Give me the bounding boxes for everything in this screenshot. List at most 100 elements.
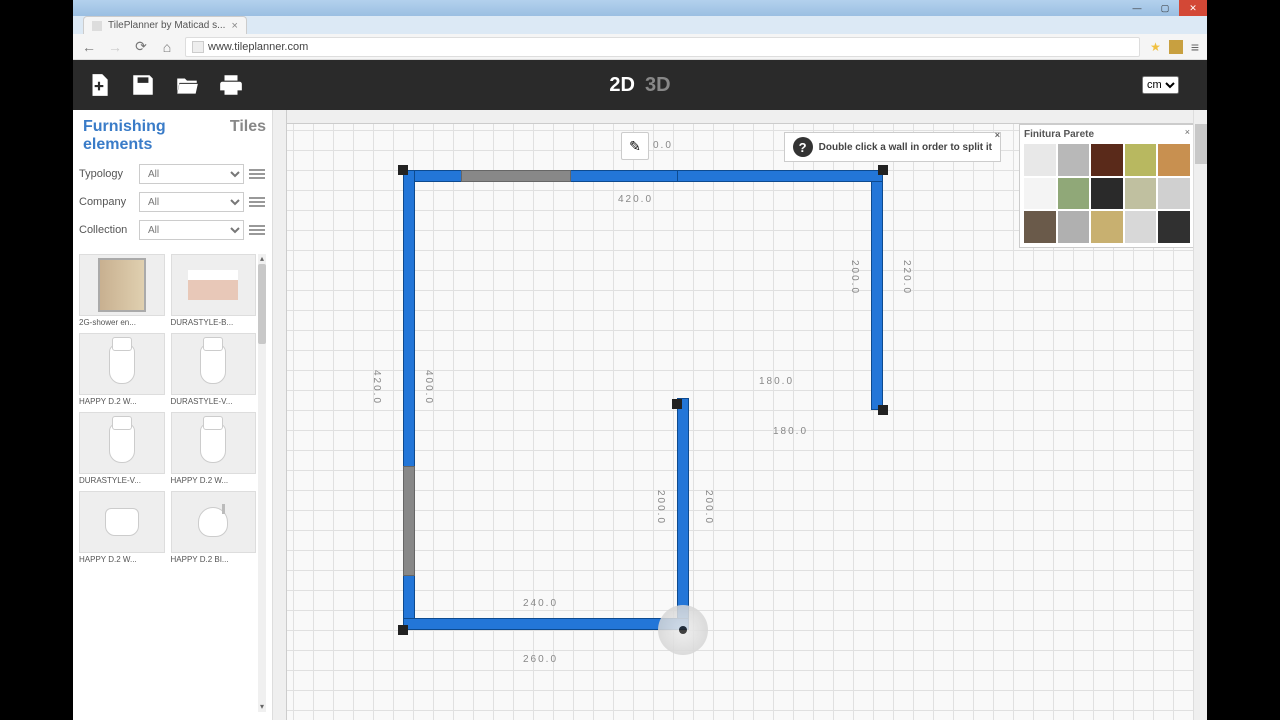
- dimension-label: 400.0: [423, 370, 434, 405]
- color-swatch[interactable]: [1091, 178, 1123, 210]
- print-button[interactable]: [215, 69, 247, 101]
- tab-furnishing[interactable]: Furnishing elements: [83, 118, 218, 154]
- url-field[interactable]: www.tileplanner.com: [185, 37, 1140, 57]
- dimension-label: 200.0: [849, 260, 860, 295]
- save-button[interactable]: [127, 69, 159, 101]
- extension-icon[interactable]: [1169, 40, 1183, 54]
- filter-company-label: Company: [79, 196, 135, 208]
- filter-typology-label: Typology: [79, 168, 135, 180]
- wall-top-segment[interactable]: [461, 170, 571, 182]
- corner-node[interactable]: [398, 165, 408, 175]
- home-button[interactable]: ⌂: [159, 39, 175, 55]
- list-icon[interactable]: [248, 166, 266, 182]
- corner-node[interactable]: [398, 625, 408, 635]
- browser-tabstrip: TilePlanner by Maticad s... ×: [73, 16, 1207, 34]
- corner-node[interactable]: [878, 405, 888, 415]
- dimension-label: 200.0: [655, 490, 666, 525]
- window-minimize-button[interactable]: —: [1123, 0, 1151, 16]
- catalog-item-label: DURASTYLE-B...: [171, 318, 257, 327]
- color-swatch[interactable]: [1024, 178, 1056, 210]
- scroll-thumb[interactable]: [1195, 124, 1207, 164]
- browser-address-bar: ← → ⟳ ⌂ www.tileplanner.com ★ ≡: [73, 34, 1207, 60]
- hint-close-icon[interactable]: ×: [995, 130, 1000, 140]
- wall-finish-palette: Finitura Parete ×: [1019, 124, 1195, 248]
- catalog-item[interactable]: HAPPY D.2 BI...: [171, 491, 257, 564]
- color-swatch[interactable]: [1058, 144, 1090, 176]
- color-swatch[interactable]: [1125, 178, 1157, 210]
- scroll-down-icon[interactable]: ▾: [258, 702, 266, 712]
- dimension-label: 260.0: [523, 654, 558, 665]
- favicon-icon: [92, 21, 102, 31]
- list-icon[interactable]: [248, 194, 266, 210]
- open-button[interactable]: [171, 69, 203, 101]
- sidebar: Furnishing elements Tiles Typology All C…: [73, 110, 273, 720]
- dimension-label: 420.0: [618, 194, 653, 205]
- pencil-tool-button[interactable]: ✎: [621, 132, 649, 160]
- wall-left-door[interactable]: [403, 466, 415, 576]
- color-swatch[interactable]: [1058, 178, 1090, 210]
- wall-drag-handle[interactable]: [658, 605, 708, 655]
- view-3d-toggle[interactable]: 3D: [645, 74, 671, 97]
- catalog-item[interactable]: DURASTYLE-V...: [171, 333, 257, 406]
- view-2d-toggle[interactable]: 2D: [609, 74, 635, 97]
- color-swatch[interactable]: [1091, 211, 1123, 243]
- catalog-item[interactable]: HAPPY D.2 W...: [79, 491, 165, 564]
- color-swatch[interactable]: [1091, 144, 1123, 176]
- catalog-thumb: [171, 254, 257, 316]
- catalog-thumb: [79, 254, 165, 316]
- scroll-up-icon[interactable]: ▴: [258, 254, 266, 264]
- catalog-item[interactable]: 2G-shower en...: [79, 254, 165, 327]
- color-swatch[interactable]: [1158, 144, 1190, 176]
- color-swatch[interactable]: [1158, 211, 1190, 243]
- catalog-item[interactable]: DURASTYLE-V...: [79, 412, 165, 485]
- color-swatch[interactable]: [1024, 144, 1056, 176]
- window-close-button[interactable]: ✕: [1179, 0, 1207, 16]
- catalog-thumb: [79, 412, 165, 474]
- back-button[interactable]: ←: [81, 39, 97, 55]
- color-swatch[interactable]: [1024, 211, 1056, 243]
- color-swatch[interactable]: [1125, 211, 1157, 243]
- scroll-thumb[interactable]: [258, 264, 266, 344]
- catalog: 2G-shower en... DURASTYLE-B... HAPPY D.2 W…: [79, 254, 266, 712]
- catalog-item[interactable]: DURASTYLE-B...: [171, 254, 257, 327]
- dimension-label: 180.0: [759, 376, 794, 387]
- color-swatch[interactable]: [1058, 211, 1090, 243]
- catalog-item[interactable]: HAPPY D.2 W...: [79, 333, 165, 406]
- color-swatch[interactable]: [1158, 178, 1190, 210]
- app-toolbar: 2D 3D cm: [73, 60, 1207, 110]
- catalog-item-label: 2G-shower en...: [79, 318, 165, 327]
- list-icon[interactable]: [248, 222, 266, 238]
- floorplan-canvas[interactable]: ✎ 0.0 ? Double click a wall in order to …: [273, 110, 1207, 720]
- wall-notch-vertical[interactable]: [677, 398, 689, 630]
- corner-node[interactable]: [878, 165, 888, 175]
- tab-close-icon[interactable]: ×: [231, 20, 237, 32]
- catalog-item-label: HAPPY D.2 W...: [171, 476, 257, 485]
- app-vertical-scrollbar[interactable]: [1193, 110, 1207, 720]
- reload-button[interactable]: ⟳: [133, 39, 149, 55]
- bookmark-star-icon[interactable]: ★: [1150, 40, 1161, 54]
- catalog-item[interactable]: HAPPY D.2 W...: [171, 412, 257, 485]
- tab-title: TilePlanner by Maticad s...: [108, 20, 225, 31]
- help-icon: ?: [793, 137, 813, 157]
- filter-collection-select[interactable]: All: [139, 220, 244, 240]
- drag-handle-dot: [679, 626, 687, 634]
- wall-right-upper[interactable]: [871, 170, 883, 410]
- catalog-scrollbar[interactable]: ▴ ▾: [258, 254, 266, 712]
- wall-bottom[interactable]: [403, 618, 689, 630]
- color-swatch[interactable]: [1125, 144, 1157, 176]
- corner-node[interactable]: [672, 399, 682, 409]
- tab-tiles[interactable]: Tiles: [230, 118, 266, 154]
- browser-menu-icon[interactable]: ≡: [1191, 39, 1199, 55]
- new-file-button[interactable]: [83, 69, 115, 101]
- browser-tab[interactable]: TilePlanner by Maticad s... ×: [83, 16, 247, 34]
- filter-typology-select[interactable]: All: [139, 164, 244, 184]
- unit-select[interactable]: cm: [1142, 76, 1179, 94]
- wall-notch-top[interactable]: [677, 170, 883, 182]
- dimension-label: 200.0: [703, 490, 714, 525]
- filter-company-select[interactable]: All: [139, 192, 244, 212]
- window-maximize-button[interactable]: ▢: [1151, 0, 1179, 16]
- palette-title: Finitura Parete: [1024, 129, 1190, 140]
- filter-collection-label: Collection: [79, 224, 135, 236]
- palette-close-icon[interactable]: ×: [1185, 127, 1190, 137]
- dimension-label: 180.0: [773, 426, 808, 437]
